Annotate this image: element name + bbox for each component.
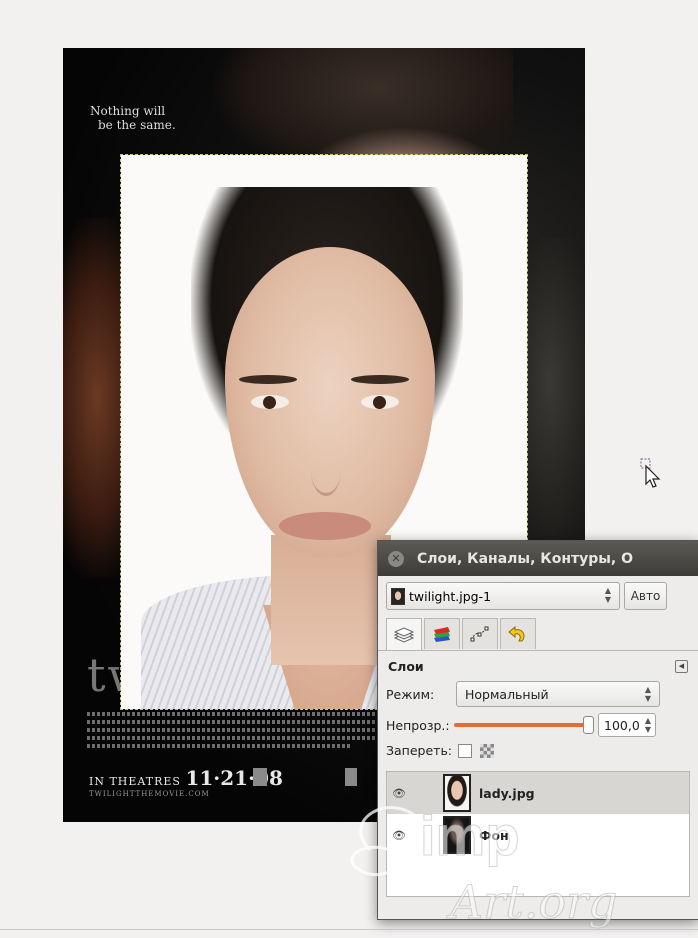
opacity-slider-handle[interactable] <box>583 716 594 734</box>
layer-row[interactable]: 👁 lady.jpg <box>387 772 689 814</box>
channels-icon <box>434 627 450 642</box>
paths-icon <box>470 626 489 642</box>
updown-arrows-icon: ▲ ▼ <box>644 685 651 703</box>
tagline-line-1: Nothing will <box>90 104 166 118</box>
lady-nose <box>311 445 341 496</box>
lady-right-brow <box>351 375 409 384</box>
dock-tabs <box>378 614 698 651</box>
updown-arrows-icon: ▲ ▼ <box>604 586 611 604</box>
lady-lips <box>279 512 371 540</box>
opacity-spinbox[interactable]: 100,0 ▲ ▼ <box>598 713 656 737</box>
panel-title: Слои <box>388 659 424 674</box>
mode-label: Режим: <box>386 686 435 702</box>
poster-credits <box>87 712 417 752</box>
tab-paths[interactable] <box>462 618 498 649</box>
opacity-slider[interactable] <box>454 716 594 734</box>
opacity-label: Непрозр.: <box>386 717 450 733</box>
lock-pixels-checkbox[interactable] <box>458 743 472 758</box>
tab-channels[interactable] <box>424 618 460 649</box>
layers-dock[interactable]: ✕ Слои, Каналы, Контуры, О twilight.jpg-… <box>377 540 698 920</box>
close-icon[interactable]: ✕ <box>388 550 404 567</box>
layer-name[interactable]: Фон <box>479 828 509 843</box>
tagline-line-2: be the same. <box>98 118 176 132</box>
layer-name[interactable]: lady.jpg <box>479 786 535 801</box>
lady-right-eye <box>361 395 399 409</box>
layer-thumbnail <box>443 816 471 854</box>
image-selector-value: twilight.jpg-1 <box>409 588 492 604</box>
lady-left-eye <box>251 395 289 409</box>
opacity-slider-fill <box>454 723 588 727</box>
layer-row[interactable]: 👁 Фон <box>387 814 689 856</box>
poster-logo <box>253 768 267 786</box>
undo-icon <box>508 625 525 642</box>
release-date: 11·21·08 <box>185 766 283 790</box>
layers-icon <box>393 626 415 643</box>
window-bottom-border <box>0 929 698 930</box>
lock-alpha-icon[interactable] <box>480 743 494 758</box>
lady-left-brow <box>239 375 297 384</box>
panel-menu-icon[interactable]: ◀ <box>675 660 688 673</box>
mode-select[interactable]: Нормальный ▲ ▼ <box>456 681 660 707</box>
auto-button[interactable]: Авто <box>624 582 667 610</box>
release-prefix: IN THEATRES <box>89 775 181 788</box>
layer-thumbnail <box>443 774 471 812</box>
image-selector[interactable]: twilight.jpg-1 ▲ ▼ <box>386 582 620 610</box>
visibility-eye-icon[interactable]: 👁 <box>387 829 411 842</box>
image-thumbnail-icon <box>391 587 405 605</box>
lock-label: Запереть: <box>386 743 453 758</box>
updown-arrows-icon[interactable]: ▲ ▼ <box>645 716 651 734</box>
dock-titlebar[interactable]: ✕ Слои, Каналы, Контуры, О <box>378 541 698 576</box>
tab-layers[interactable] <box>386 618 422 650</box>
layers-list: 👁 lady.jpg 👁 Фон <box>386 771 690 897</box>
poster-tagline: Nothing will be the same. <box>90 104 176 132</box>
opacity-value: 100,0 <box>604 718 640 733</box>
visibility-eye-icon[interactable]: 👁 <box>387 787 411 800</box>
mode-select-value: Нормальный <box>465 687 549 702</box>
mouse-pointer-icon <box>640 458 661 488</box>
poster-website: TWILIGHTTHEMOVIE.COM <box>89 790 210 798</box>
tab-undo-history[interactable] <box>500 618 536 649</box>
poster-logo <box>345 768 357 786</box>
dock-title: Слои, Каналы, Контуры, О <box>417 550 634 567</box>
